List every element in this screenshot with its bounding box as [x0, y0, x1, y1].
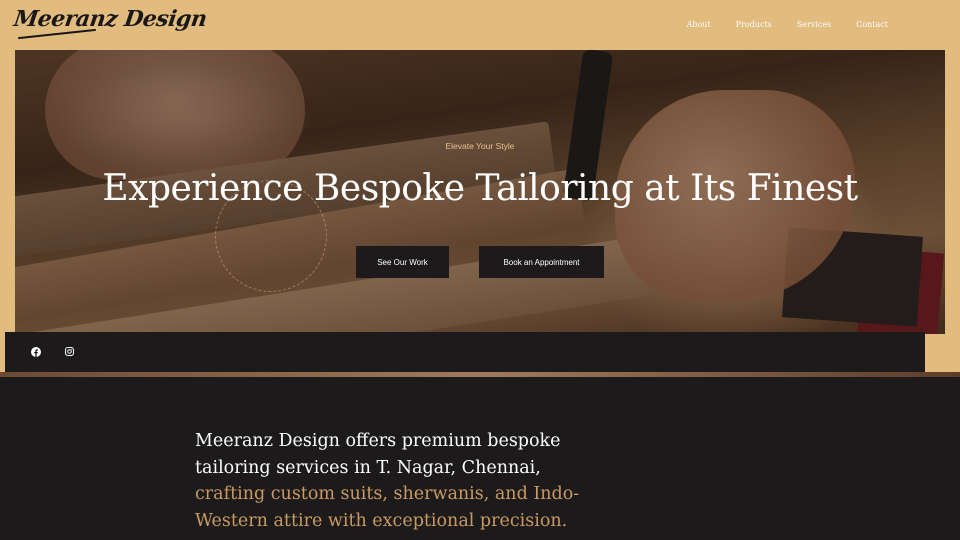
main-nav: About Products Services Contact: [687, 20, 888, 29]
social-bar: [5, 332, 925, 372]
about-paragraph: Meeranz Design offers premium bespoke ta…: [195, 428, 595, 534]
about-section: Meeranz Design offers premium bespoke ta…: [0, 377, 960, 540]
facebook-icon[interactable]: [30, 346, 41, 357]
see-our-work-button[interactable]: See Our Work: [356, 246, 449, 278]
brand-logo[interactable]: Meeranz Design: [12, 6, 208, 32]
nav-contact-link[interactable]: Contact: [856, 20, 888, 29]
about-line-highlight: crafting custom suits, sherwanis, and In…: [195, 484, 580, 504]
nav-products-link[interactable]: Products: [736, 20, 772, 29]
site-header: Meeranz Design About Products Services C…: [0, 0, 960, 50]
hero-banner: Elevate Your Style Experience Bespoke Ta…: [15, 50, 945, 334]
hero-tagline: Elevate Your Style: [445, 141, 515, 151]
instagram-icon[interactable]: [64, 346, 75, 357]
nav-services-link[interactable]: Services: [797, 20, 831, 29]
nav-about-link[interactable]: About: [687, 20, 711, 29]
about-line: tailoring services in T. Nagar, Chennai,: [195, 457, 541, 478]
hero-headline: Experience Bespoke Tailoring at Its Fine…: [102, 168, 858, 209]
about-line-highlight: Western attire with exceptional precisio…: [195, 510, 568, 531]
book-appointment-button[interactable]: Book an Appointment: [479, 246, 604, 278]
about-line: Meeranz Design offers premium bespoke: [195, 431, 561, 451]
